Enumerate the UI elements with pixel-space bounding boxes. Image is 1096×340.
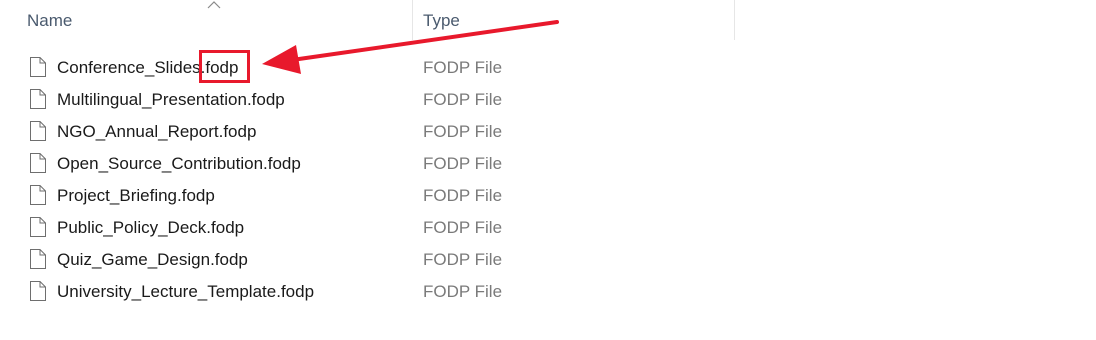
- column-header-bar: Name Type: [0, 0, 1096, 42]
- file-icon: [30, 281, 46, 301]
- column-header-name[interactable]: Name: [0, 0, 412, 42]
- file-name: Quiz_Game_Design.fodp: [57, 250, 248, 269]
- file-name: Open_Source_Contribution.fodp: [57, 154, 301, 173]
- file-type: FODP File: [423, 250, 503, 269]
- file-icon: [30, 57, 46, 77]
- file-name: NGO_Annual_Report.fodp: [57, 122, 257, 141]
- file-name: Project_Briefing.fodp: [57, 186, 215, 205]
- file-type: FODP File: [423, 90, 503, 109]
- column-header-name-label: Name: [27, 11, 73, 30]
- file-type: FODP File: [423, 154, 503, 173]
- file-name: University_Lecture_Template.fodp: [57, 282, 315, 301]
- file-row[interactable]: Public_Policy_Deck.fodp FODP File: [0, 212, 760, 244]
- file-icon: [30, 89, 46, 109]
- file-name: Multilingual_Presentation.fodp: [57, 90, 285, 109]
- file-icon: [30, 249, 46, 269]
- file-icon: [30, 217, 46, 237]
- file-row[interactable]: NGO_Annual_Report.fodp FODP File: [0, 116, 760, 148]
- file-icon: [30, 185, 46, 205]
- file-name: Public_Policy_Deck.fodp: [57, 218, 245, 237]
- file-name: Conference_Slides.fodp: [57, 58, 239, 77]
- file-row[interactable]: Quiz_Game_Design.fodp FODP File: [0, 244, 760, 276]
- file-row[interactable]: Open_Source_Contribution.fodp FODP File: [0, 148, 760, 180]
- file-type: FODP File: [423, 282, 503, 301]
- caret-up-icon: [207, 1, 221, 9]
- file-type: FODP File: [423, 218, 503, 237]
- file-row[interactable]: Multilingual_Presentation.fodp FODP File: [0, 84, 760, 116]
- column-header-type[interactable]: Type: [413, 0, 734, 42]
- file-type: FODP File: [423, 122, 503, 141]
- column-header-type-label: Type: [423, 11, 460, 30]
- column-divider[interactable]: [734, 0, 735, 40]
- file-explorer-details-view: Name Type Conference_Slides.fodp FODP Fi…: [0, 0, 1096, 340]
- file-icon: [30, 153, 46, 173]
- file-row[interactable]: University_Lecture_Template.fodp FODP Fi…: [0, 276, 760, 308]
- file-row[interactable]: Conference_Slides.fodp FODP File: [0, 52, 760, 84]
- file-row[interactable]: Project_Briefing.fodp FODP File: [0, 180, 760, 212]
- file-type: FODP File: [423, 58, 503, 77]
- file-icon: [30, 121, 46, 141]
- file-list: Conference_Slides.fodp FODP File Multili…: [0, 52, 1096, 308]
- file-type: FODP File: [423, 186, 503, 205]
